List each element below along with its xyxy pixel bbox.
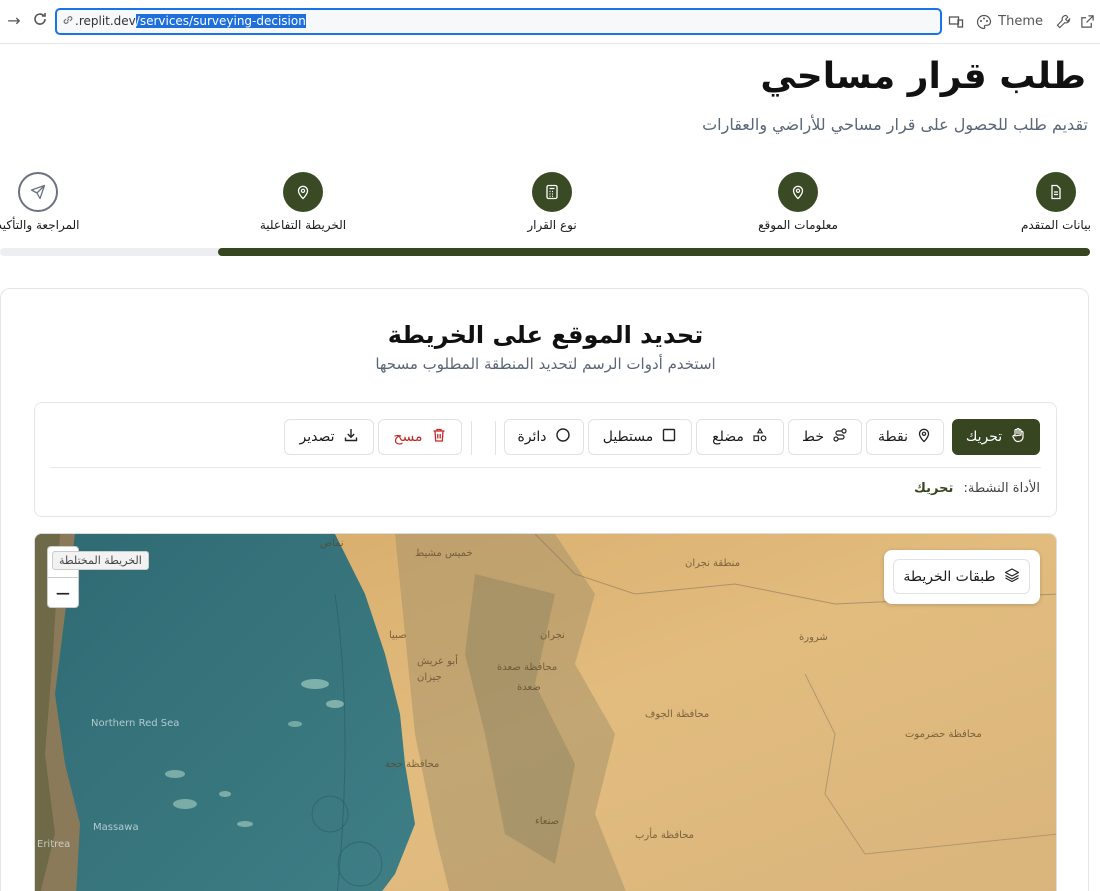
shapes-icon <box>752 427 768 447</box>
open-external-icon[interactable] <box>1080 12 1095 32</box>
step-interactive-map[interactable]: الخريطة التفاعلية <box>233 172 373 232</box>
tools-divider <box>50 467 1041 468</box>
map-place-label: Eritrea <box>37 839 71 850</box>
map-place-label: منطقة نجران <box>685 558 741 569</box>
tool-label: تحريك <box>965 429 1003 445</box>
circle-icon <box>555 427 571 447</box>
map-pin-icon <box>778 172 818 212</box>
document-icon <box>1036 172 1076 212</box>
rectangle-tool-button[interactable]: مستطيل <box>588 419 692 455</box>
link-icon <box>62 14 76 28</box>
hand-icon <box>1010 427 1026 447</box>
route-icon <box>832 427 848 447</box>
clear-button[interactable]: مسح <box>378 419 462 455</box>
palette-icon <box>976 14 992 29</box>
map-place-label: صبيا <box>389 630 407 641</box>
map-place-label: خميس مشيط <box>415 548 473 559</box>
map-place-label: جيزان <box>417 672 442 683</box>
step-review-confirm[interactable]: المراجعة والتأكيد <box>0 172 108 232</box>
move-tool-button[interactable]: تحريك <box>952 419 1040 455</box>
zoom-out-button[interactable]: − <box>48 577 78 607</box>
export-button[interactable]: تصدير <box>284 419 374 455</box>
map-place-label: أبو عريش <box>417 656 458 667</box>
tool-label: نقطة <box>878 429 908 445</box>
browser-toolbar: → .replit.dev/services/surveying-decisio… <box>0 0 1100 44</box>
map-place-label: محافظة الجوف <box>645 709 710 720</box>
map-place-label: محافظة حجة <box>385 759 440 770</box>
calculator-icon <box>532 172 572 212</box>
wrench-icon[interactable] <box>1056 12 1071 32</box>
circle-tool-button[interactable]: دائرة <box>504 419 584 455</box>
map-pin-icon <box>916 427 932 447</box>
step-label: الخريطة التفاعلية <box>259 218 347 232</box>
map-type-tooltip: الخريطة المختلطة <box>52 551 149 570</box>
map-place-label: نجران <box>540 630 565 641</box>
polygon-tool-button[interactable]: مضلع <box>696 419 784 455</box>
send-icon <box>18 172 58 212</box>
map-place-label: Massawa <box>93 822 139 833</box>
tool-label: خط <box>802 429 824 445</box>
map-place-label: محافظة حضرموت <box>905 729 982 740</box>
map-place-label: Northern Red Sea <box>91 718 180 729</box>
progress-fill <box>218 248 1090 256</box>
tool-label: دائرة <box>517 429 547 445</box>
tool-label: مضلع <box>712 429 744 445</box>
address-bar[interactable]: .replit.dev/services/surveying-decision <box>55 8 942 35</box>
page-subtitle: تقديم طلب للحصول على قرار مساحي للأراضي … <box>702 115 1088 134</box>
step-applicant-data[interactable]: بيانات المتقدم <box>986 172 1100 232</box>
square-icon <box>661 427 677 447</box>
map-place-label: شرورة <box>799 632 828 643</box>
drawing-tools-panel: تحريك نقطة خط مضلع مستطيل دائرة مسح تصدي… <box>34 402 1057 517</box>
map-place-label: نماص <box>320 538 344 549</box>
card-title: تحديد الموقع على الخريطة <box>387 321 704 349</box>
layers-label: طبقات الخريطة <box>903 568 996 585</box>
page-title: طلب قرار مساحي <box>760 56 1086 97</box>
progress-bar <box>0 248 1090 256</box>
active-tool-value: تحريك <box>914 481 954 496</box>
url-text: .replit.dev/services/surveying-decision <box>75 13 306 30</box>
line-tool-button[interactable]: خط <box>788 419 862 455</box>
interactive-map[interactable]: منطقة نجران شرورة نجران محافظة صعدة صعدة… <box>34 533 1057 891</box>
card-subtitle: استخدم أدوات الرسم لتحديد المنطقة المطلو… <box>375 355 716 373</box>
map-layers-button[interactable]: طبقات الخريطة <box>893 559 1030 594</box>
step-label: نوع القرار <box>527 218 577 232</box>
tool-label: مسح <box>393 429 423 445</box>
trash-icon <box>431 427 447 447</box>
step-location-info[interactable]: معلومات الموقع <box>728 172 868 232</box>
map-pin-icon <box>283 172 323 212</box>
map-place-label: محافظة مأرب <box>635 830 695 841</box>
map-layers-panel: طبقات الخريطة <box>884 550 1040 604</box>
active-tool-label: الأداة النشطة: <box>963 481 1040 496</box>
point-tool-button[interactable]: نقطة <box>866 419 944 455</box>
theme-label: Theme <box>998 14 1043 29</box>
step-decision-type[interactable]: نوع القرار <box>482 172 622 232</box>
toolbar-divider <box>471 421 472 455</box>
map-place-label: محافظة صعدة <box>497 662 558 673</box>
step-label: معلومات الموقع <box>758 218 838 232</box>
tool-label: مستطيل <box>602 429 654 445</box>
map-place-label: صنعاء <box>535 816 560 827</box>
layers-icon <box>1004 567 1020 587</box>
step-label: المراجعة والتأكيد <box>0 218 80 232</box>
theme-button[interactable]: Theme <box>976 12 1043 32</box>
download-icon <box>343 427 359 447</box>
devices-icon[interactable] <box>948 12 964 32</box>
step-label: بيانات المتقدم <box>1020 218 1092 232</box>
tool-label: تصدير <box>299 429 335 445</box>
url-prefix: .replit.dev <box>75 14 136 28</box>
map-card: تحديد الموقع على الخريطة استخدم أدوات ال… <box>0 288 1089 891</box>
url-selection: /services/surveying-decision <box>135 14 306 28</box>
toolbar-divider <box>495 421 496 455</box>
map-place-label: صعدة <box>517 682 541 693</box>
active-tool-indicator: الأداة النشطة: تحريك <box>914 481 1040 496</box>
reload-icon[interactable] <box>30 11 50 31</box>
forward-icon[interactable]: → <box>4 11 24 31</box>
